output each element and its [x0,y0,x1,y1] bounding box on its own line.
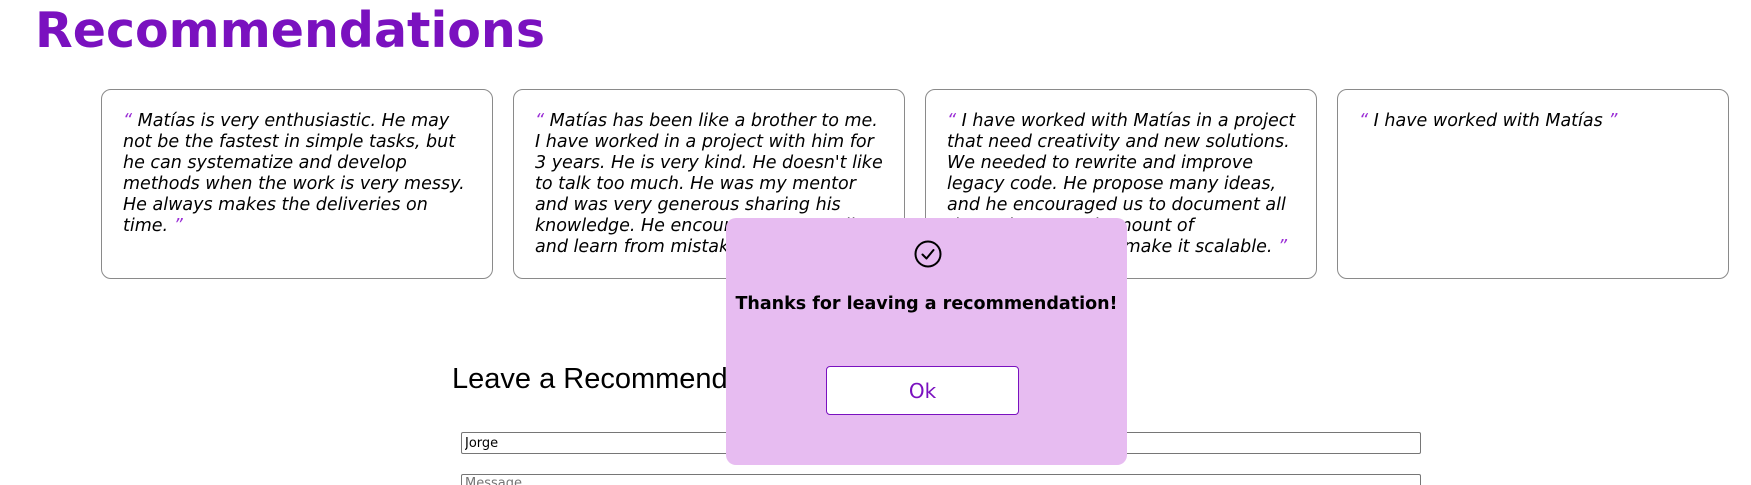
open-quote-icon: “ [535,111,545,131]
message-input[interactable] [461,474,1421,485]
open-quote-icon: “ [123,111,133,131]
open-quote-icon: “ [1359,111,1369,131]
open-quote-icon: “ [947,111,957,131]
check-circle-icon [914,240,942,268]
close-quote-icon: ” [1608,111,1618,131]
confirmation-modal: Thanks for leaving a recommendation! Ok [726,218,1127,465]
page: Recommendations “ Matías is very enthusi… [0,0,1751,485]
ok-button[interactable]: Ok [826,366,1019,415]
close-quote-icon: ” [173,216,183,236]
page-title: Recommendations [35,2,545,59]
recommendation-card: “ I have worked with Matías ” [1337,89,1729,279]
modal-message: Thanks for leaving a recommendation! [735,294,1118,314]
recommendation-body: I have worked with Matías [1373,111,1603,131]
recommendation-text: “ Matías is very enthusiastic. He may no… [123,111,474,237]
recommendation-text: “ I have worked with Matías ” [1359,111,1710,132]
close-quote-icon: ” [1278,237,1288,257]
recommendation-card: “ Matías is very enthusiastic. He may no… [101,89,493,279]
